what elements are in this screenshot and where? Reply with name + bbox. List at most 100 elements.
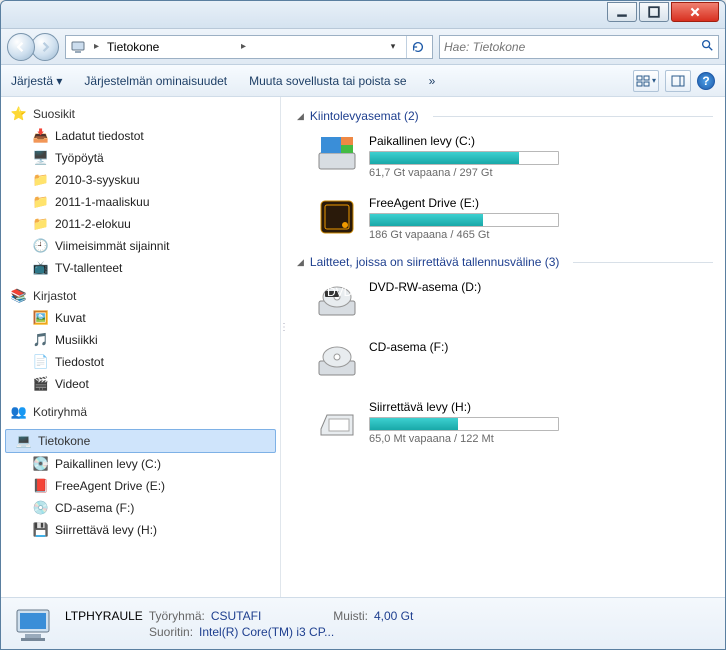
uninstall-program-button[interactable]: Muuta sovellusta tai poista se <box>249 74 406 88</box>
libraries-icon: 📚 <box>11 288 27 304</box>
folder-icon: 📁 <box>33 216 49 232</box>
sidebar-item-downloads[interactable]: 📥Ladatut tiedostot <box>1 125 280 147</box>
system-properties-button[interactable]: Järjestelmän ominaisuudet <box>84 74 227 88</box>
forward-button[interactable] <box>31 33 59 61</box>
toolbar-overflow[interactable]: » <box>429 74 436 88</box>
toolbar: Järjestä ▾ Järjestelmän ominaisuudet Muu… <box>1 65 725 97</box>
refresh-button[interactable] <box>406 36 428 58</box>
download-icon: 📥 <box>33 128 49 144</box>
explorer-window: ▸ Tietokone ▸ ▾ Järjestä ▾ Järjestelmän … <box>0 0 726 650</box>
nav-row: ▸ Tietokone ▸ ▾ <box>1 29 725 65</box>
drive-capacity-text: 61,7 Gt vapaana / 297 Gt <box>369 167 709 179</box>
view-mode-button[interactable]: ▾ <box>633 70 659 92</box>
pictures-icon: 🖼️ <box>33 310 49 326</box>
search-icon <box>700 38 714 55</box>
drive-ext-icon: 📕 <box>33 478 49 494</box>
help-button[interactable]: ? <box>697 72 715 90</box>
breadcrumb-separator[interactable]: ▸ <box>90 41 103 52</box>
drive-name: CD-asema (F:) <box>369 339 709 355</box>
svg-text:DVD: DVD <box>327 285 353 299</box>
body: ⭐ Suosikit 📥Ladatut tiedostot 🖥️Työpöytä… <box>1 97 725 597</box>
documents-icon: 📄 <box>33 354 49 370</box>
capacity-bar <box>369 417 559 431</box>
sidebar-item-videos[interactable]: 🎬Videot <box>1 373 280 395</box>
music-icon: 🎵 <box>33 332 49 348</box>
close-button[interactable] <box>671 2 719 22</box>
cd-icon: 💿 <box>33 500 49 516</box>
search-box[interactable] <box>439 35 719 59</box>
collapse-icon: ◢ <box>297 111 304 122</box>
capacity-bar <box>369 151 559 165</box>
preview-pane-button[interactable] <box>665 70 691 92</box>
cd-icon <box>315 339 359 383</box>
libraries-label: Kirjastot <box>33 289 76 303</box>
drive-e[interactable]: FreeAgent Drive (E:) 186 Gt vapaana / 46… <box>297 189 713 251</box>
search-input[interactable] <box>444 40 700 54</box>
collapse-icon: ◢ <box>297 257 304 268</box>
removable-icon <box>315 399 359 443</box>
drive-name: DVD-RW-asema (D:) <box>369 279 709 295</box>
maximize-button[interactable] <box>639 2 669 22</box>
homegroup-label: Kotiryhmä <box>33 405 87 419</box>
category-hard-disks[interactable]: ◢ Kiintolevyasemat (2) <box>297 105 713 127</box>
sidebar-item-pictures[interactable]: 🖼️Kuvat <box>1 307 280 329</box>
organize-menu[interactable]: Järjestä ▾ <box>11 74 62 88</box>
back-button[interactable] <box>7 33 35 61</box>
sidebar-item-drive-e[interactable]: 📕FreeAgent Drive (E:) <box>1 475 280 497</box>
computer-label: Tietokone <box>38 434 90 448</box>
computer-header[interactable]: 💻 Tietokone <box>5 429 276 453</box>
drive-name: Siirrettävä levy (H:) <box>369 399 709 415</box>
drive-c-icon <box>315 133 359 177</box>
drive-icon: 💽 <box>33 456 49 472</box>
computer-icon <box>70 39 86 55</box>
drive-d[interactable]: DVD DVD-RW-asema (D:) <box>297 273 713 333</box>
drive-capacity-text: 186 Gt vapaana / 465 Gt <box>369 229 709 241</box>
sidebar-item-tv[interactable]: 📺TV-tallenteet <box>1 257 280 279</box>
sidebar-item-usb[interactable]: 💾Siirrettävä levy (H:) <box>1 519 280 541</box>
favorites-header[interactable]: ⭐ Suosikit <box>1 103 280 125</box>
recent-icon: 🕘 <box>33 238 49 254</box>
navigation-pane: ⭐ Suosikit 📥Ladatut tiedostot 🖥️Työpöytä… <box>1 97 281 597</box>
capacity-bar <box>369 213 559 227</box>
drive-f[interactable]: CD-asema (F:) <box>297 333 713 393</box>
sidebar-item-folder[interactable]: 📁2010-3-syyskuu <box>1 169 280 191</box>
libraries-header[interactable]: 📚 Kirjastot <box>1 285 280 307</box>
category-removable[interactable]: ◢ Laitteet, joissa on siirrettävä tallen… <box>297 251 713 273</box>
dvd-icon: DVD <box>315 279 359 323</box>
drive-c[interactable]: Paikallinen levy (C:) 61,7 Gt vapaana / … <box>297 127 713 189</box>
drive-name: FreeAgent Drive (E:) <box>369 195 709 211</box>
usb-icon: 💾 <box>33 522 49 538</box>
splitter[interactable] <box>281 97 285 597</box>
sidebar-item-drive-c[interactable]: 💽Paikallinen levy (C:) <box>1 453 280 475</box>
breadcrumb-text[interactable]: Tietokone <box>107 40 233 54</box>
sidebar-item-desktop[interactable]: 🖥️Työpöytä <box>1 147 280 169</box>
minimize-button[interactable] <box>607 2 637 22</box>
sidebar-item-folder[interactable]: 📁2011-2-elokuu <box>1 213 280 235</box>
favorites-label: Suosikit <box>33 107 75 121</box>
tv-icon: 📺 <box>33 260 49 276</box>
computer-group: 💻 Tietokone 💽Paikallinen levy (C:) 📕Free… <box>1 429 280 541</box>
sidebar-item-cd[interactable]: 💿CD-asema (F:) <box>1 497 280 519</box>
homegroup-group: 👥 Kotiryhmä <box>1 401 280 423</box>
address-dropdown[interactable]: ▾ <box>384 41 402 52</box>
desktop-icon: 🖥️ <box>33 150 49 166</box>
sidebar-item-music[interactable]: 🎵Musiikki <box>1 329 280 351</box>
star-icon: ⭐ <box>11 106 27 122</box>
drive-e-icon <box>315 195 359 239</box>
breadcrumb-separator[interactable]: ▸ <box>237 41 250 52</box>
folder-icon: 📁 <box>33 194 49 210</box>
details-pane: LTPHYRAULE Työryhmä: CSUTAFIMuisti: 4,00… <box>1 597 725 649</box>
drive-h[interactable]: Siirrettävä levy (H:) 65,0 Mt vapaana / … <box>297 393 713 455</box>
sidebar-item-documents[interactable]: 📄Tiedostot <box>1 351 280 373</box>
homegroup-icon: 👥 <box>11 404 27 420</box>
sidebar-item-recent[interactable]: 🕘Viimeisimmät sijainnit <box>1 235 280 257</box>
nav-arrows <box>7 33 59 61</box>
videos-icon: 🎬 <box>33 376 49 392</box>
drive-capacity-text: 65,0 Mt vapaana / 122 Mt <box>369 433 709 445</box>
homegroup-header[interactable]: 👥 Kotiryhmä <box>1 401 280 423</box>
sidebar-item-folder[interactable]: 📁2011-1-maaliskuu <box>1 191 280 213</box>
address-bar[interactable]: ▸ Tietokone ▸ ▾ <box>65 35 433 59</box>
computer-icon: 💻 <box>16 433 32 449</box>
content-pane: ◢ Kiintolevyasemat (2) Paikallinen levy … <box>285 97 725 597</box>
libraries-group: 📚 Kirjastot 🖼️Kuvat 🎵Musiikki 📄Tiedostot… <box>1 285 280 395</box>
